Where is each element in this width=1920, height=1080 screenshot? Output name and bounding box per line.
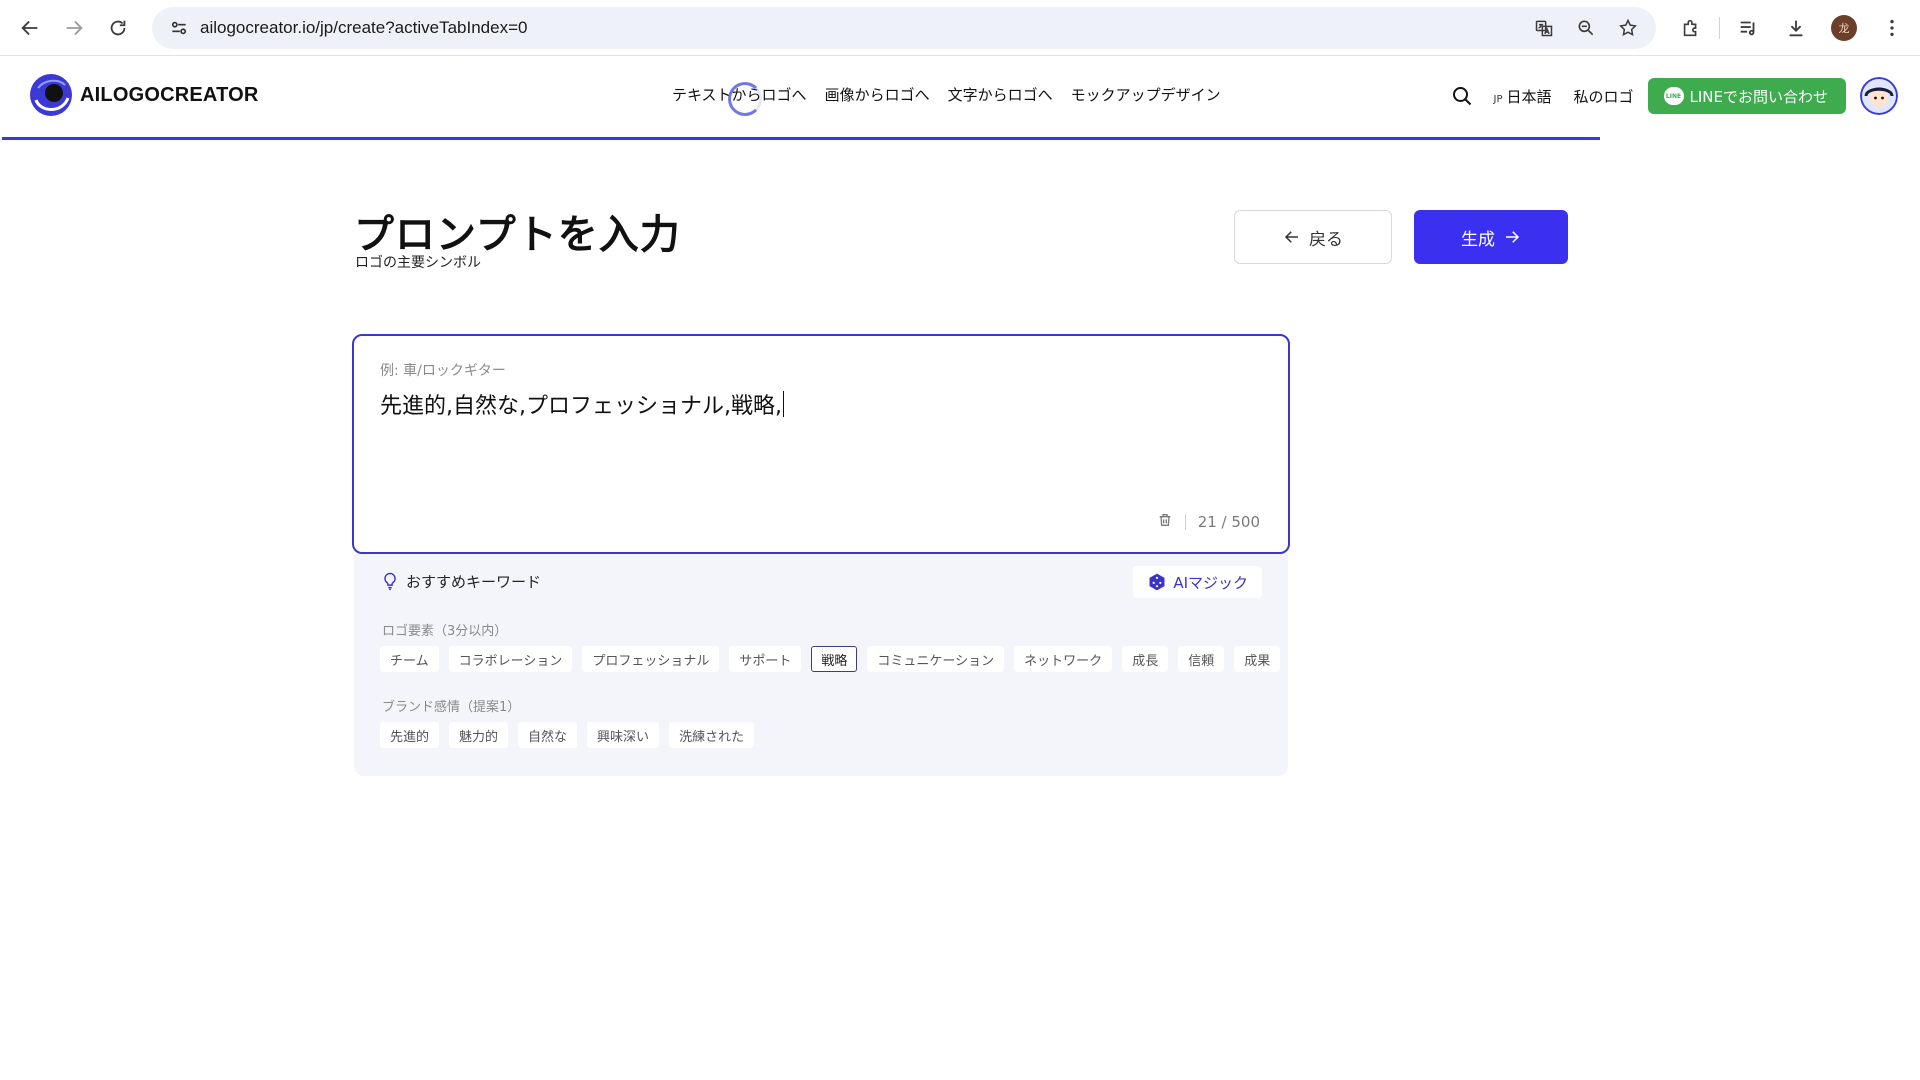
browser-forward-button[interactable]	[52, 6, 96, 50]
arrow-left-icon	[1284, 231, 1298, 243]
clear-prompt-button[interactable]	[1157, 512, 1173, 532]
keyword-chip-collaboration[interactable]: コラボレーション	[448, 646, 573, 672]
translate-icon[interactable]	[1526, 10, 1562, 46]
back-button[interactable]: 戻る	[1234, 210, 1392, 264]
prompt-example-label: 例: 車/ロックギター	[380, 363, 506, 379]
browser-menu-icon[interactable]	[1872, 8, 1912, 48]
back-button-label: 戻る	[1309, 229, 1343, 250]
site-logo[interactable]: AILOGOCREATOR	[28, 72, 259, 118]
generate-button-label: 生成	[1461, 229, 1495, 250]
prompt-input-value[interactable]: 先進的,自然な,プロフェッショナル,戦略,	[380, 388, 784, 420]
language-code: JP	[1493, 93, 1503, 105]
extensions-icon[interactable]	[1671, 8, 1711, 48]
prompt-textarea[interactable]: 例: 車/ロックギター 先進的,自然な,プロフェッショナル,戦略, 21 / 5…	[352, 334, 1290, 554]
line-contact-button[interactable]: LINE LINEでお問い合わせ	[1647, 78, 1846, 114]
logo-mark-icon	[30, 74, 72, 116]
browser-toolbar: ailogocreator.io/jp/create?activeTabInde…	[0, 0, 1920, 56]
media-queue-icon[interactable]	[1728, 8, 1768, 48]
keyword-chip-advanced[interactable]: 先進的	[380, 722, 440, 748]
keyword-chip-attractive[interactable]: 魅力的	[449, 722, 509, 748]
dice-icon	[1149, 573, 1165, 591]
my-logos-link[interactable]: 私のロゴ	[1574, 86, 1634, 107]
user-avatar[interactable]	[1860, 77, 1898, 115]
address-bar[interactable]: ailogocreator.io/jp/create?activeTabInde…	[152, 7, 1656, 49]
prompt-value-text: 先進的,自然な,プロフェッショナル,戦略,	[380, 394, 782, 419]
arrow-right-icon	[1506, 231, 1520, 243]
page-subtitle: ロゴの主要シンボル	[355, 255, 481, 271]
line-contact-label: LINEでお問い合わせ	[1689, 87, 1828, 106]
keyword-chip-natural[interactable]: 自然な	[518, 722, 578, 748]
page-load-progress	[2, 137, 1600, 140]
logo-elements-chips: チーム コラボレーション プロフェッショナル サポート 戦略 コミュニケーション…	[380, 646, 1281, 672]
zoom-icon[interactable]	[1568, 10, 1604, 46]
arrow-left-icon	[21, 20, 38, 35]
recommended-keywords-panel: おすすめキーワード AIマジック ロゴ要素（3分以内） チーム コラボレーション…	[354, 554, 1288, 776]
reload-icon	[110, 20, 126, 35]
ai-magic-label: AIマジック	[1173, 573, 1248, 592]
text-caret	[782, 391, 784, 417]
toolbar-divider	[1719, 17, 1720, 39]
footer-divider	[1184, 514, 1186, 530]
logo-text: AILOGOCREATOR	[80, 83, 259, 106]
keyword-chip-network[interactable]: ネットワーク	[1014, 646, 1113, 672]
language-selector[interactable]: JP 日本語	[1494, 86, 1552, 107]
trash-icon	[1159, 514, 1171, 526]
line-chat-icon: LINE	[1663, 87, 1684, 105]
logo-elements-label: ロゴ要素（3分以内）	[382, 624, 508, 639]
nav-mockup-design[interactable]: モックアップデザイン	[1071, 84, 1221, 105]
keyword-chip-sophisticated[interactable]: 洗練された	[669, 722, 755, 748]
site-settings-icon[interactable]	[158, 7, 200, 49]
keyword-chip-support[interactable]: サポート	[729, 646, 802, 672]
profile-initial: 龙	[1831, 15, 1857, 41]
search-icon	[1452, 87, 1471, 106]
lightbulb-icon	[384, 572, 396, 591]
download-icon[interactable]	[1776, 8, 1816, 48]
keyword-chip-strategy[interactable]: 戦略	[811, 646, 858, 672]
keyword-chip-growth[interactable]: 成長	[1122, 646, 1169, 672]
site-search-button[interactable]	[1444, 78, 1480, 114]
ai-magic-button[interactable]: AIマジック	[1133, 566, 1262, 598]
keyword-chip-results[interactable]: 成果	[1234, 646, 1281, 672]
keywords-heading-label: おすすめキーワード	[406, 572, 542, 591]
arrow-right-icon	[66, 20, 83, 35]
brand-emotion-chips: 先進的 魅力的 自然な 興味深い 洗練された	[380, 722, 755, 748]
keyword-chip-interesting[interactable]: 興味深い	[587, 722, 660, 748]
keyword-chip-communication[interactable]: コミュニケーション	[867, 646, 1005, 672]
language-label: 日本語	[1506, 87, 1552, 106]
brand-emotion-label: ブランド感情（提案1）	[382, 700, 521, 715]
nav-letter-to-logo[interactable]: 文字からロゴへ	[948, 84, 1053, 105]
keywords-heading: おすすめキーワード	[380, 570, 541, 592]
character-count: 21 / 500	[1197, 513, 1260, 531]
bookmark-star-icon[interactable]	[1610, 10, 1646, 46]
profile-avatar[interactable]: 龙	[1824, 8, 1864, 48]
keyword-chip-professional[interactable]: プロフェッショナル	[582, 646, 720, 672]
nav-image-to-logo[interactable]: 画像からロゴへ	[825, 84, 930, 105]
url-text[interactable]: ailogocreator.io/jp/create?activeTabInde…	[200, 18, 527, 38]
generate-button[interactable]: 生成	[1414, 210, 1568, 264]
browser-reload-button[interactable]	[96, 6, 140, 50]
browser-back-button[interactable]	[8, 6, 52, 50]
loading-spinner	[728, 82, 762, 116]
keyword-chip-trust[interactable]: 信頼	[1178, 646, 1225, 672]
keyword-chip-team[interactable]: チーム	[380, 646, 439, 672]
